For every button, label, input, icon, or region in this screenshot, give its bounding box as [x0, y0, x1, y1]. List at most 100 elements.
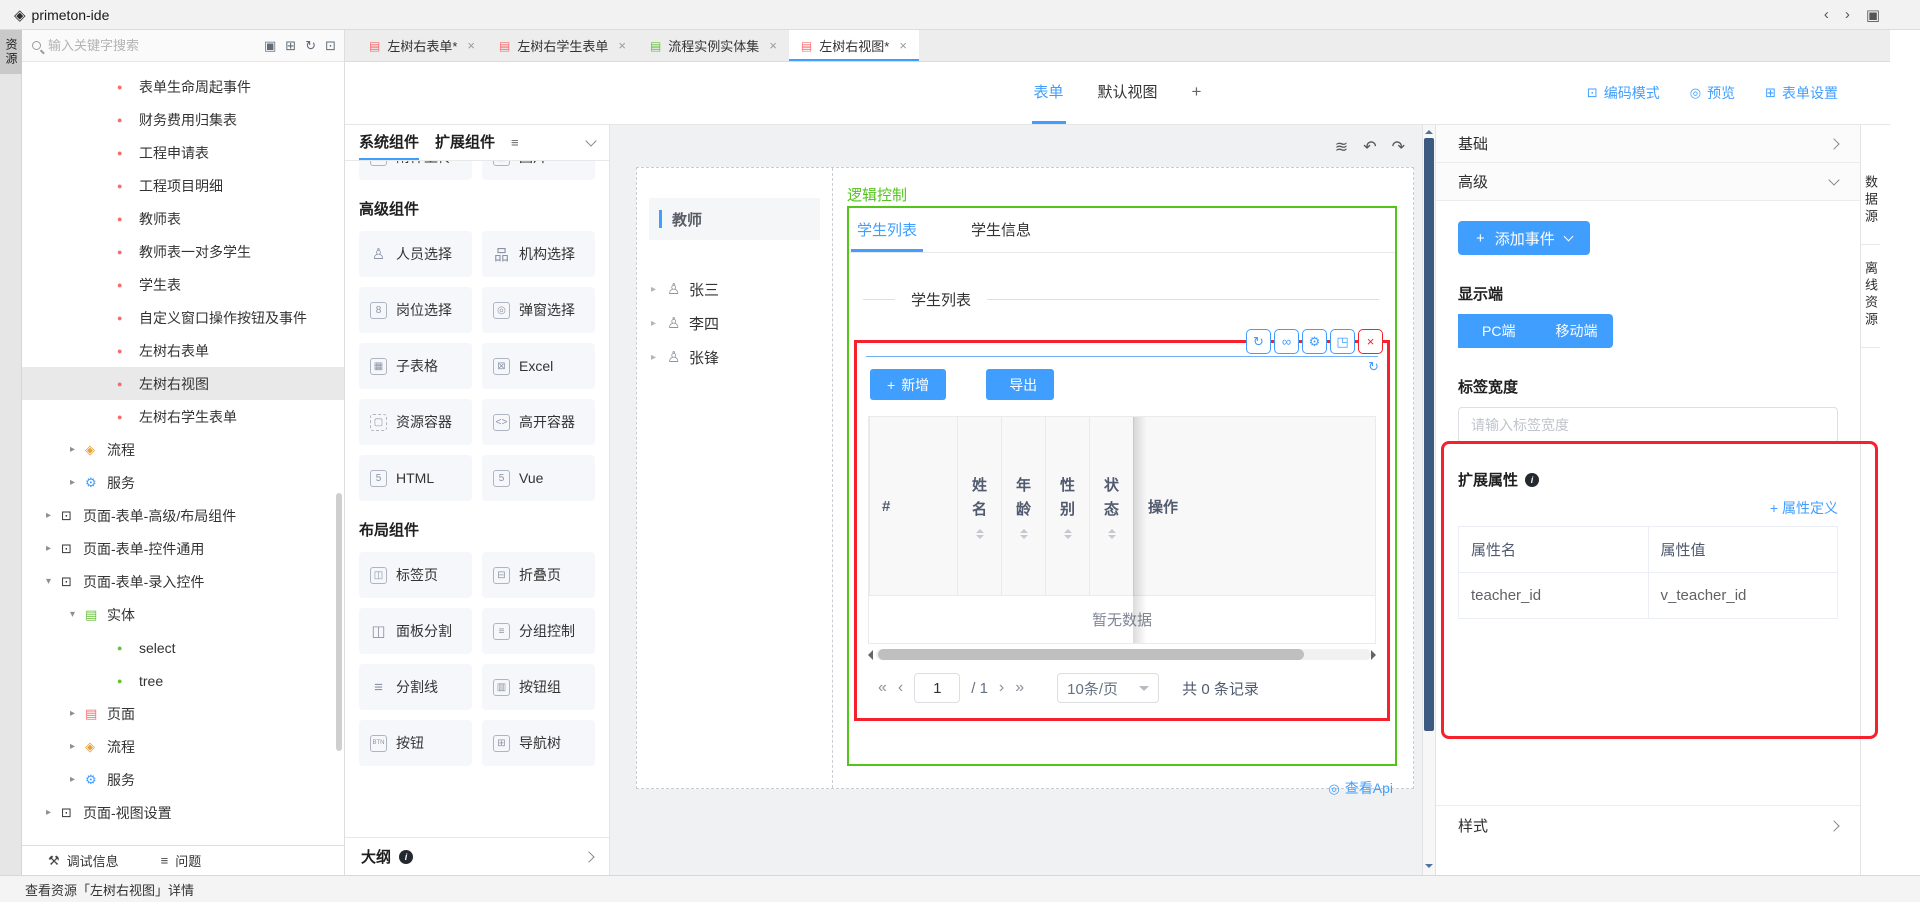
tree-expand-icon[interactable]: ▾ [70, 609, 85, 620]
tree-item[interactable]: ▸ ◈ 流程 [22, 730, 344, 763]
link-icon[interactable]: ∞ [1274, 329, 1299, 354]
dock-tab[interactable]: 离线资源 [1861, 245, 1880, 348]
tree-item[interactable]: ▸ ◈ 流程 [22, 433, 344, 466]
sort-icons[interactable] [1064, 529, 1072, 539]
teacher-tree-item[interactable]: ▸ ♙ 张三 [637, 272, 832, 306]
palette-item[interactable]: ⊠ Excel [482, 343, 595, 389]
sort-icons[interactable] [976, 529, 984, 539]
close-icon[interactable]: × [769, 38, 777, 53]
label-width-input[interactable] [1458, 407, 1838, 443]
tree-item[interactable]: ● 教师表一对多学生 [22, 235, 344, 268]
palette-item[interactable]: ⊞ 导航树 [482, 720, 595, 766]
tree-item[interactable]: ▸ ⊡ 页面-表单-控件通用 [22, 532, 344, 565]
save-icon[interactable]: ▣ [1866, 6, 1880, 24]
outline-icon[interactable]: ≋ [1335, 137, 1348, 157]
undo-icon[interactable]: ↶ [1363, 137, 1376, 157]
sort-icons[interactable] [1020, 529, 1028, 539]
debug-bar-tab[interactable]: ⚒ 调试信息 [48, 851, 119, 870]
tree-item[interactable]: ● select [22, 631, 344, 664]
tree-expand-icon[interactable]: ▸ [46, 543, 61, 554]
tree-item[interactable]: ● 表单生命周起事件 [22, 70, 344, 103]
property-row[interactable]: teacher_id v_teacher_id [1459, 573, 1837, 619]
tree-item[interactable]: ● 左树右表单 [22, 334, 344, 367]
palette-item[interactable]: BTN 按钮 [359, 720, 472, 766]
device-button[interactable]: PC端 [1458, 314, 1531, 348]
palette-item[interactable]: ♙ 人员选择 [359, 231, 472, 277]
document-tab[interactable]: ▤ 左树右视图* × [789, 30, 919, 61]
add-event-button[interactable]: + 添加事件 [1458, 221, 1590, 255]
palette-item[interactable]: ≡ 分割线 [359, 664, 472, 710]
hscroll-thumb[interactable] [878, 649, 1304, 660]
tree-expand-icon[interactable]: ▸ [70, 741, 85, 752]
palette-item[interactable]: ≡ 分组控制 [482, 608, 595, 654]
forward-icon[interactable]: › [1845, 6, 1850, 23]
page-input[interactable]: 1 [914, 673, 960, 703]
grid-column-header[interactable]: 操作 [1133, 417, 1375, 595]
palette-menu-icon[interactable]: ≡ [511, 125, 519, 160]
property-section-header[interactable]: 高级 [1436, 163, 1860, 201]
tree-item[interactable]: ● 自定义窗口操作按钮及事件 [22, 301, 344, 334]
header-action[interactable]: ⊡ 编码模式 [1587, 83, 1660, 103]
tree-expand-icon[interactable]: ▸ [70, 477, 85, 488]
search-input[interactable] [48, 38, 264, 53]
tree-item[interactable]: ▸ ⚙ 服务 [22, 466, 344, 499]
tree-item[interactable]: ● 学生表 [22, 268, 344, 301]
canvas-scrollbar[interactable] [1422, 125, 1435, 875]
add-property-link[interactable]: + 属性定义 [1770, 500, 1838, 516]
document-tab[interactable]: ▤ 流程实例实体集 × [638, 30, 789, 61]
close-icon[interactable]: × [618, 38, 626, 53]
refresh-icon[interactable]: ↻ [305, 38, 316, 54]
palette-item[interactable]: ◫ 面板分割 [359, 608, 472, 654]
grid-column-header[interactable]: # [869, 417, 957, 595]
debug-bar-tab[interactable]: ≡ 问题 [161, 851, 202, 870]
grid-column-header[interactable]: 状态 [1089, 417, 1133, 595]
student-tab[interactable]: 学生信息 [965, 208, 1037, 252]
form-view-tab[interactable]: 默认视图 [1096, 62, 1160, 124]
tree-item[interactable]: ● 教师表 [22, 202, 344, 235]
back-icon[interactable]: ‹ [1824, 6, 1829, 23]
activity-tab-resources[interactable]: 资源 [0, 30, 23, 74]
palette-item[interactable]: ▦ 子表格 [359, 343, 472, 389]
tree-expand-icon[interactable]: ▸ [46, 510, 61, 521]
redo-icon[interactable]: ↷ [1392, 137, 1405, 157]
tree-item[interactable]: ▸ ⊡ 页面-视图设置 [22, 796, 344, 829]
tree-expand-icon[interactable]: ▸ [70, 774, 85, 785]
new-folder-icon[interactable]: ⊞ [285, 38, 296, 54]
tree-item[interactable]: ▾ ⊡ 页面-表单-录入控件 [22, 565, 344, 598]
palette-item[interactable]: ▥ 按钮组 [482, 664, 595, 710]
style-section-header[interactable]: 样式 [1436, 805, 1860, 845]
teacher-tree-item[interactable]: ▸ ♙ 张锋 [637, 340, 832, 374]
tree-item[interactable]: ● 财务费用归集表 [22, 103, 344, 136]
tree-item[interactable]: ▾ ▤ 实体 [22, 598, 344, 631]
tree-item[interactable]: ▸ ▤ 页面 [22, 697, 344, 730]
delete-icon[interactable]: × [1358, 329, 1383, 354]
tree-item[interactable]: ▸ ⊡ 页面-表单-高级/布局组件 [22, 499, 344, 532]
palette-tab[interactable]: 扩展组件 [435, 125, 495, 160]
import-icon[interactable]: ▣ [264, 38, 276, 54]
document-tab[interactable]: ▤ 左树右学生表单 × [487, 30, 638, 61]
palette-item[interactable]: 5 HTML [359, 455, 472, 501]
palette-item[interactable]: ↥ 附件上传 [359, 161, 472, 180]
refresh-icon[interactable]: ↻ [1246, 329, 1271, 354]
palette-item[interactable]: ▨ 图片 [482, 161, 595, 180]
tree-item[interactable]: ▸ ⚙ 服务 [22, 763, 344, 796]
teacher-tree-item[interactable]: ▸ ♙ 李四 [637, 306, 832, 340]
canvas-scrollbar-thumb[interactable] [1424, 138, 1434, 731]
last-page-button[interactable]: » [1015, 679, 1024, 697]
palette-collapse-icon[interactable] [587, 125, 595, 160]
tree-expand-icon[interactable]: ▸ [651, 318, 667, 329]
tree-expand-icon[interactable]: ▸ [70, 444, 85, 455]
form-view-tab[interactable]: 表单 [1032, 62, 1066, 124]
palette-item[interactable]: <> 高开容器 [482, 399, 595, 445]
device-button[interactable]: 移动端 [1531, 314, 1613, 348]
scroll-up-icon[interactable] [1423, 125, 1435, 137]
tree-expand-icon[interactable]: ▸ [46, 807, 61, 818]
close-icon[interactable]: × [467, 38, 475, 53]
tree-item[interactable]: ● 工程项目明细 [22, 169, 344, 202]
page-size-select[interactable]: 10条/页 [1057, 673, 1159, 703]
next-page-button[interactable]: › [999, 679, 1004, 697]
view-api-link[interactable]: ◎查看Api [1328, 780, 1393, 796]
grid-column-header[interactable]: 姓名 [957, 417, 1001, 595]
tree-item[interactable]: ● tree [22, 664, 344, 697]
scroll-left-icon[interactable] [868, 650, 873, 660]
